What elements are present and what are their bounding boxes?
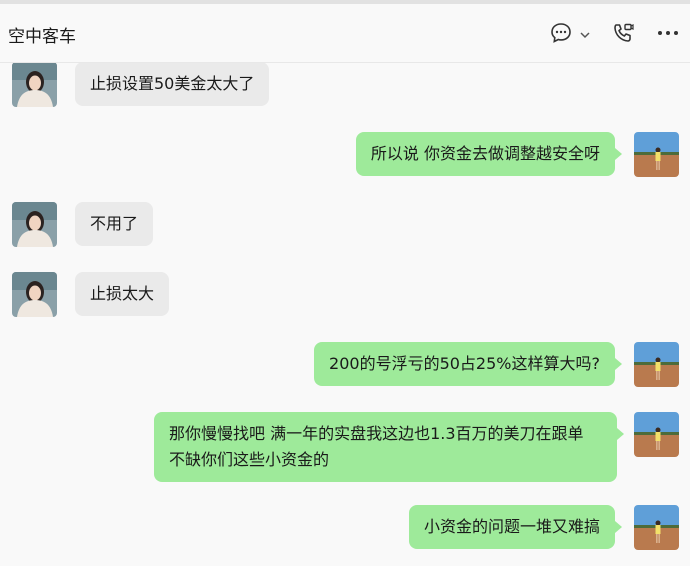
message-bubble-outgoing: 小资金的问题一堆又难搞 [408,505,623,549]
message-bubble-outgoing: 那你慢慢找吧 满一年的实盘我这边也1.3百万的美刀在跟单 不缺你们这些小资金的 [154,412,624,482]
chat-title: 空中客车 [8,27,76,47]
message-bubble-outgoing: 200的号浮亏的50占25%这样算大吗? [314,342,622,386]
contact-avatar[interactable] [12,202,57,247]
self-avatar[interactable] [634,132,679,177]
message-bubble-incoming: 止损设置50美金太大了 [75,63,270,106]
message-bubble-outgoing: 所以说 你资金去做调整越安全呀 [355,132,623,176]
chevron-down-icon[interactable] [579,26,591,45]
message-bubble-incoming: 止损太大 [75,272,170,316]
self-avatar[interactable] [634,342,679,387]
more-icon[interactable] [657,24,679,46]
contact-avatar[interactable] [12,63,57,107]
message-bubble-incoming: 不用了 [75,202,154,246]
contact-avatar[interactable] [12,272,57,317]
video-call-icon[interactable] [612,22,634,48]
message-list[interactable]: 止损设置50美金太大了 所以说 你资金去做调整越安全呀 不用了 止损太大 200… [0,63,690,566]
chat-bubble-icon[interactable] [550,22,572,48]
chat-header: 空中客车 [0,4,690,63]
self-avatar[interactable] [634,505,679,550]
self-avatar[interactable] [634,412,679,457]
